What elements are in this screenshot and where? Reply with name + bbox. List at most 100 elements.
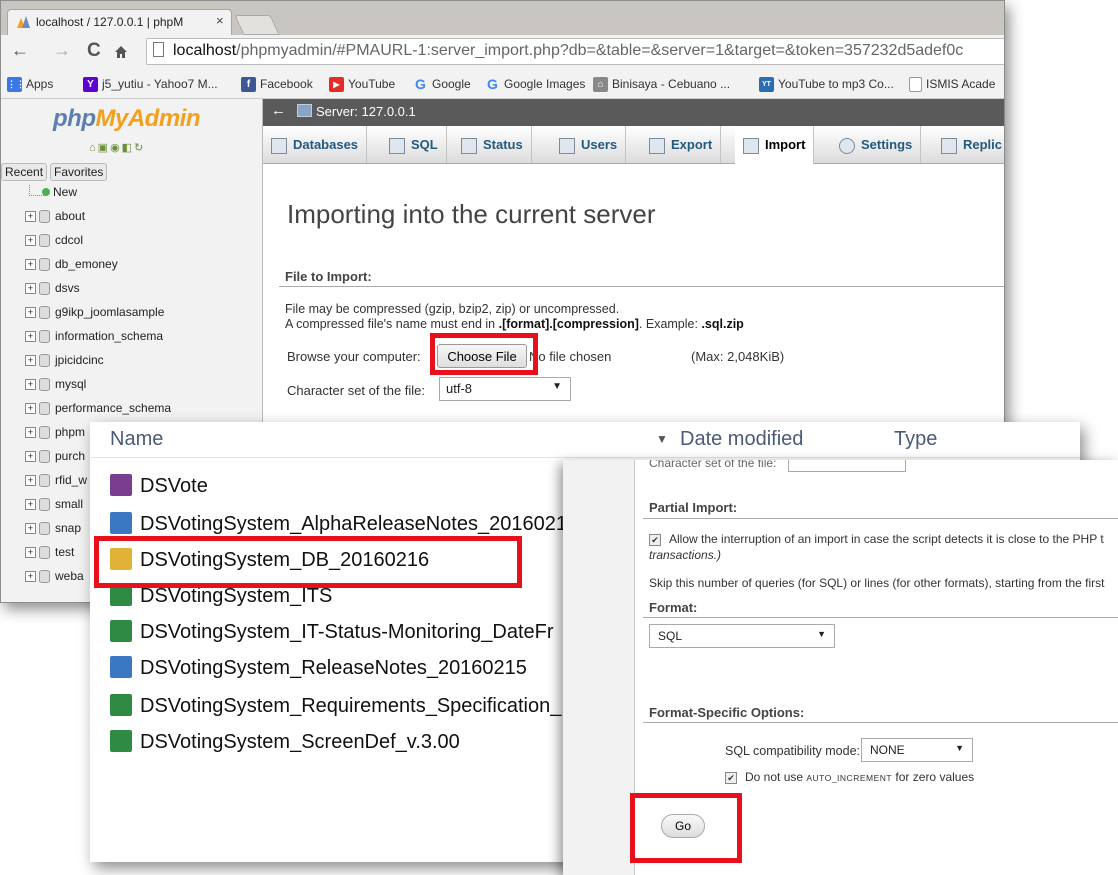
favorites-button[interactable]: Favorites (50, 163, 108, 181)
expand-plus-icon[interactable]: + (25, 427, 36, 439)
home-icon[interactable]: ⌂ (89, 142, 98, 154)
phpmyadmin-logo[interactable]: phpMyAdmin (53, 105, 200, 133)
expand-plus-icon[interactable]: + (25, 283, 36, 295)
expand-plus-icon[interactable]: + (25, 547, 36, 559)
checkbox-checked-icon[interactable]: ✔ (725, 771, 737, 784)
expand-plus-icon[interactable]: + (25, 235, 36, 247)
database-item[interactable]: + rfid_w (25, 473, 87, 497)
column-header-type[interactable]: Type (894, 428, 937, 451)
format-select[interactable]: SQL ▼ (649, 624, 835, 648)
database-item[interactable]: + small (25, 497, 83, 521)
database-icon (39, 306, 50, 320)
compat-mode-select[interactable]: NONE ▼ (861, 738, 973, 762)
help-icon[interactable]: ◉ (110, 142, 122, 154)
back-arrow-icon[interactable]: ← (11, 40, 29, 61)
charset-select[interactable]: utf-8 ▼ (439, 377, 571, 401)
reload-nav-icon[interactable]: ↻ (134, 142, 145, 154)
tab-users[interactable]: Users (551, 126, 627, 163)
expand-plus-icon[interactable]: + (25, 211, 36, 223)
database-item[interactable]: + mysql (25, 377, 86, 401)
sort-descending-icon: ▼ (656, 432, 668, 446)
new-database-link[interactable]: New (29, 185, 77, 209)
expand-plus-icon[interactable]: + (25, 571, 36, 583)
page-title: Importing into the current server (287, 199, 656, 229)
server-label[interactable]: Server: 127.0.0.1 (297, 104, 416, 119)
expand-plus-icon[interactable]: + (25, 403, 36, 415)
tab-status[interactable]: Status (453, 126, 532, 163)
expand-plus-icon[interactable]: + (25, 475, 36, 487)
expand-plus-icon[interactable]: + (25, 523, 36, 535)
bookmark-apps[interactable]: ⋮⋮Apps (7, 69, 53, 99)
logout-icon[interactable]: ▣ (98, 142, 110, 154)
file-name: DSVotingSystem_Requirements_Specificatio… (140, 695, 562, 717)
database-item[interactable]: + g9ikp_joomlasample (25, 305, 164, 329)
checkbox-checked-icon[interactable]: ✔ (649, 533, 661, 546)
expand-plus-icon[interactable]: + (25, 259, 36, 271)
column-header-date[interactable]: Date modified (680, 428, 803, 451)
tab-import[interactable]: Import (735, 126, 815, 164)
file-row[interactable]: DSVotingSystem_IT-Status-Monitoring_Date… (110, 620, 554, 656)
reload-icon[interactable]: C (87, 40, 101, 62)
tab-replication[interactable]: Replic (933, 126, 1004, 163)
database-item[interactable]: + information_schema (25, 329, 163, 353)
forward-arrow-icon[interactable]: → (53, 40, 71, 61)
database-item[interactable]: + cdcol (25, 233, 83, 257)
skip-queries-text: Skip this number of queries (for SQL) or… (649, 576, 1105, 590)
bookmark-youtube[interactable]: ▶ YouTube (329, 69, 395, 99)
expand-plus-icon[interactable]: + (25, 331, 36, 343)
bookmark-yahoo[interactable]: Yj5_yutiu - Yahoo7 M... (83, 69, 218, 99)
page-info-icon[interactable] (153, 42, 164, 57)
docs-icon[interactable]: ◧ (122, 142, 134, 154)
format-specific-legend: Format-Specific Options: (649, 705, 805, 720)
file-row[interactable]: DSVotingSystem_Requirements_Specificatio… (110, 694, 561, 730)
recent-button[interactable]: Recent (1, 163, 48, 181)
database-item[interactable]: + jpicidcinc (25, 353, 104, 377)
tab-close-icon[interactable]: × (216, 13, 224, 28)
bookmark-ismis[interactable]: ISMIS Acade (909, 69, 995, 99)
cut-charset-select[interactable] (788, 460, 906, 472)
database-name: information_schema (55, 329, 164, 343)
yahoo-icon: Y (83, 77, 98, 93)
database-item[interactable]: + dsvs (25, 281, 80, 305)
no-auto-increment-option[interactable]: ✔ Do not use AUTO_INCREMENT for zero valu… (725, 770, 974, 784)
tab-databases[interactable]: Databases (263, 126, 368, 163)
database-item[interactable]: + weba (25, 569, 84, 593)
allow-interrupt-option[interactable]: ✔ Allow the interruption of an import in … (649, 532, 1104, 546)
database-item[interactable]: + phpm (25, 425, 85, 449)
new-tab-button[interactable] (234, 15, 280, 35)
home-icon[interactable] (113, 44, 129, 60)
database-name: performance_schema (55, 401, 172, 415)
browser-tab[interactable]: localhost / 127.0.0.1 | phpM × (7, 9, 232, 36)
file-row[interactable]: DSVote (110, 474, 208, 510)
expand-plus-icon[interactable]: + (25, 379, 36, 391)
bookmark-google-images[interactable]: G Google Images (485, 69, 585, 99)
expand-plus-icon[interactable]: + (25, 451, 36, 463)
address-bar[interactable]: localhost/phpmyadmin/#PMAURL-1:server_im… (146, 38, 1004, 65)
file-row[interactable]: DSVotingSystem_ScreenDef_v.3.00 (110, 730, 460, 766)
expand-plus-icon[interactable]: + (25, 355, 36, 367)
server-breadcrumb: ← Server: 127.0.0.1 (263, 99, 1004, 126)
database-item[interactable]: + about (25, 209, 85, 233)
tab-settings[interactable]: Settings (831, 126, 922, 163)
database-name: mysql (55, 377, 87, 391)
bookmark-google[interactable]: G Google (413, 69, 471, 99)
url-path: /phpmyadmin/#PMAURL-1:server_import.php?… (236, 42, 964, 59)
collapse-arrow-icon[interactable]: ← (271, 102, 286, 119)
column-header-name[interactable]: Name (110, 428, 163, 451)
database-name: about (55, 209, 86, 223)
database-item[interactable]: + purch (25, 449, 85, 473)
tab-export[interactable]: Export (641, 126, 722, 163)
file-row[interactable]: DSVotingSystem_ReleaseNotes_20160215 (110, 656, 527, 692)
file-row[interactable]: DSVotingSystem_ITS (110, 584, 332, 620)
bookmark-binisaya[interactable]: ⌂ Binisaya - Cebuano ... (593, 69, 730, 99)
server-icon (297, 104, 312, 117)
expand-plus-icon[interactable]: + (25, 307, 36, 319)
bookmark-facebook[interactable]: f Facebook (241, 69, 313, 99)
no-file-chosen-text: No file chosen (529, 349, 612, 364)
database-item[interactable]: + db_emoney (25, 257, 118, 281)
database-item[interactable]: + snap (25, 521, 81, 545)
tab-sql[interactable]: SQL (381, 126, 447, 163)
expand-plus-icon[interactable]: + (25, 499, 36, 511)
bookmark-youtube-mp3[interactable]: YT YouTube to mp3 Co... (759, 69, 894, 99)
database-item[interactable]: + test (25, 545, 74, 569)
